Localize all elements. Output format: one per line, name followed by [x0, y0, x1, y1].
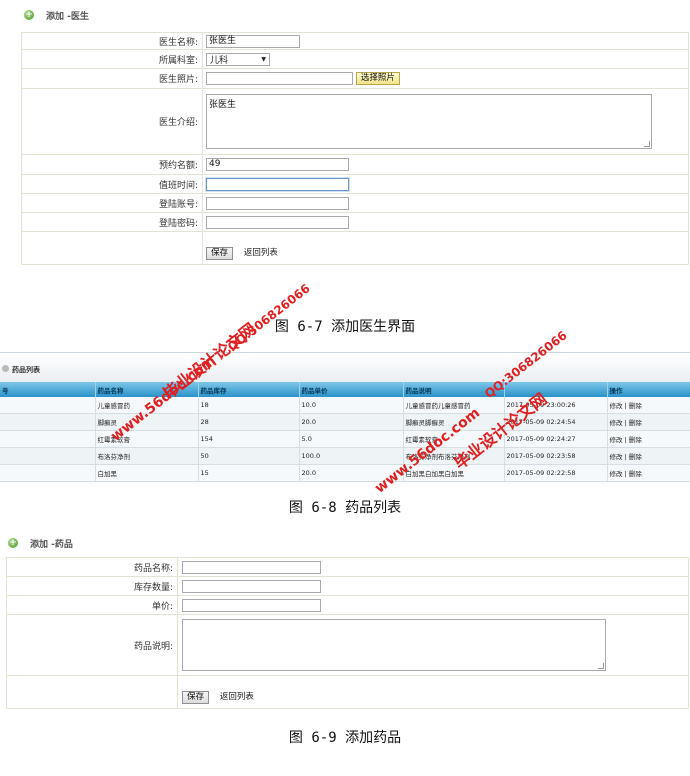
- cell-stock: 18: [198, 397, 300, 414]
- cell-time: 2017-05-09 23:00:26: [504, 397, 608, 414]
- label-doctor-name: 医生名称:: [21, 32, 203, 50]
- save-button[interactable]: 保存: [182, 691, 210, 704]
- cell-name: 脚癣灵: [95, 413, 199, 431]
- col-header: 药品名称: [95, 382, 199, 397]
- cell-name: 儿童感冒药: [95, 397, 199, 414]
- col-header: 操作: [607, 382, 690, 397]
- cell-price: 100.0: [299, 447, 404, 465]
- medicine-list-title: 药品列表: [12, 366, 40, 374]
- cell-desc: 脚癣灵脚癣灵: [403, 413, 505, 431]
- doctor-form-header: + 添加 -医生: [24, 4, 89, 26]
- empty-cell: [6, 675, 178, 709]
- row-index: [0, 397, 96, 414]
- cell-stock: 28: [198, 413, 300, 431]
- cell-price: 20.0: [299, 464, 404, 482]
- photo-input[interactable]: [206, 72, 353, 85]
- cell-price: 10.0: [299, 397, 404, 414]
- cell-time: 2017-05-09 02:24:27: [504, 430, 608, 448]
- label-photo: 医生照片:: [21, 68, 203, 89]
- table-row: 儿童感冒药 18 10.0 儿童感冒药儿童感冒药 2017-05-09 23:00:26…: [0, 397, 690, 414]
- caption-medicine-form: 图 6-9 添加药品: [288, 730, 402, 746]
- quota-input[interactable]: 49: [206, 158, 349, 171]
- row-index: [0, 447, 96, 465]
- empty-cell: [21, 231, 203, 265]
- label-price: 单价:: [6, 595, 178, 615]
- cell-price: 20.0: [299, 413, 404, 431]
- label-password: 登陆密码:: [21, 212, 203, 232]
- doctor-form: 医生名称: 张医生 所属科室: 儿科 ▼ 医生照片: 选择照片 医生介绍: 张医…: [21, 32, 689, 265]
- cell-time: 2017-05-09 02:24:54: [504, 413, 608, 431]
- col-header: 药品库存: [198, 382, 300, 397]
- dept-selected: 儿科: [210, 55, 229, 66]
- cell-desc: 白加黑白加黑白加黑: [403, 464, 505, 482]
- back-to-list-link[interactable]: 返回列表: [244, 248, 278, 258]
- label-quota: 预约名额:: [21, 154, 203, 175]
- medicine-name-input[interactable]: [182, 560, 321, 574]
- table-row: 布洛芬净剂 50 100.0 布洛芬净剂布洛芬净剂 2017-05-09 02:23:5…: [0, 447, 690, 465]
- cell-ops[interactable]: 修改 | 删除: [607, 430, 690, 448]
- table-row: 脚癣灵 28 20.0 脚癣灵脚癣灵 2017-05-09 02:24:54 修改 | 删…: [0, 413, 690, 431]
- cell-stock: 50: [198, 447, 300, 465]
- medicine-table: 号 药品名称 药品库存 药品单价 药品说明 操作 儿童感冒药 18 10.0 儿童感冒…: [0, 382, 690, 482]
- cell-name: 布洛芬净剂: [95, 447, 199, 465]
- medicine-form-header: + 添加 -药品: [8, 532, 73, 554]
- table-row: 白加黑 15 20.0 白加黑白加黑白加黑 2017-05-09 02:22:58 修改 …: [0, 464, 690, 482]
- cell-price: 5.0: [299, 430, 404, 448]
- doctor-name-input[interactable]: 张医生: [206, 34, 300, 48]
- label-account: 登陆账号:: [21, 193, 203, 213]
- medicine-desc-textarea[interactable]: [182, 619, 606, 671]
- cell-desc: 布洛芬净剂布洛芬净剂: [403, 447, 505, 465]
- duty-time-input[interactable]: [206, 177, 349, 191]
- cell-desc: 儿童感冒药儿童感冒药: [403, 397, 505, 414]
- table-row: 红霉素软膏 154 5.0 红霉素软膏 2017-05-09 02:24:27 修改 | …: [0, 430, 690, 448]
- caption-doctor-form: 图 6-7 添加医生界面: [274, 319, 416, 335]
- add-icon: +: [8, 538, 18, 548]
- row-index: [0, 464, 96, 482]
- label-medicine-name: 药品名称:: [6, 557, 178, 577]
- col-header: 药品单价: [299, 382, 404, 397]
- label-stock: 库存数量:: [6, 576, 178, 596]
- account-input[interactable]: [206, 196, 349, 210]
- list-icon: [2, 365, 9, 372]
- save-button[interactable]: 保存: [206, 247, 234, 260]
- cell-ops[interactable]: 修改 | 删除: [607, 397, 690, 414]
- cell-stock: 154: [198, 430, 300, 448]
- label-dept: 所属科室:: [21, 49, 203, 69]
- col-header: 药品说明: [403, 382, 505, 397]
- row-index: [0, 430, 96, 448]
- add-icon: +: [24, 10, 34, 20]
- price-input[interactable]: [182, 598, 321, 612]
- label-intro: 医生介绍:: [21, 88, 203, 155]
- cell-name: 红霉素软膏: [95, 430, 199, 448]
- table-header-row: 号 药品名称 药品库存 药品单价 药品说明 操作: [0, 382, 690, 397]
- cell-ops[interactable]: 修改 | 删除: [607, 447, 690, 465]
- doctor-form-title: 添加 -医生: [46, 11, 89, 22]
- chevron-down-icon: ▼: [261, 55, 266, 63]
- cell-time: 2017-05-09 02:23:58: [504, 447, 608, 465]
- medicine-form: 药品名称: 库存数量: 单价: 药品说明: 保存 返回列表: [6, 557, 689, 709]
- label-duty: 值班时间:: [21, 174, 203, 194]
- col-header: [504, 382, 608, 397]
- col-header: 号: [0, 382, 96, 397]
- password-input[interactable]: [206, 215, 349, 229]
- medicine-list-panel: 药品列表 号 药品名称 药品库存 药品单价 药品说明 操作 儿童感冒药 18 10.…: [0, 352, 690, 482]
- cell-ops[interactable]: 修改 | 删除: [607, 413, 690, 431]
- row-index: [0, 413, 96, 431]
- medicine-form-title: 添加 -药品: [30, 539, 73, 550]
- intro-textarea[interactable]: 张医生: [206, 94, 652, 149]
- stock-input[interactable]: [182, 579, 321, 593]
- cell-name: 白加黑: [95, 464, 199, 482]
- cell-stock: 15: [198, 464, 300, 482]
- cell-time: 2017-05-09 02:22:58: [504, 464, 608, 482]
- label-medicine-desc: 药品说明:: [6, 614, 178, 676]
- back-to-list-link[interactable]: 返回列表: [220, 692, 254, 702]
- caption-medicine-list: 图 6-8 药品列表: [288, 500, 402, 516]
- dept-select[interactable]: 儿科 ▼: [206, 52, 270, 66]
- choose-photo-button[interactable]: 选择照片: [355, 72, 400, 85]
- cell-desc: 红霉素软膏: [403, 430, 505, 448]
- medicine-list-header: 药品列表: [0, 352, 690, 383]
- cell-ops[interactable]: 修改 | 删除: [607, 464, 690, 482]
